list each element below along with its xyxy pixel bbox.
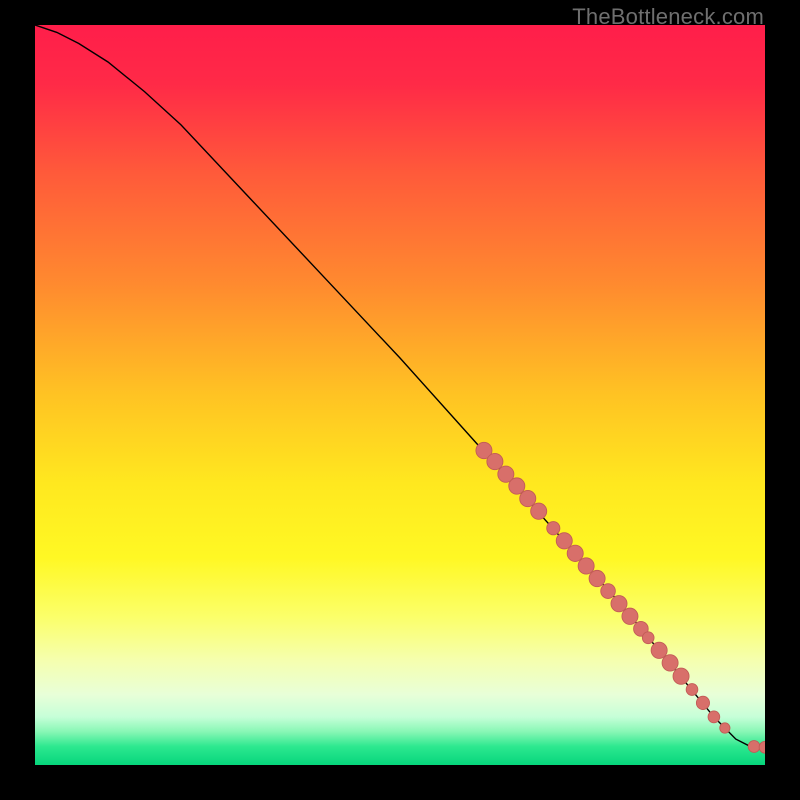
marker-point [578,558,594,574]
chart-stage: TheBottleneck.com [0,0,800,800]
marker-point [487,453,503,469]
chart-plot [35,25,765,765]
marker-point [589,570,605,586]
marker-point [567,545,583,561]
marker-point [642,632,654,644]
marker-point [509,478,525,494]
marker-point [673,668,689,684]
marker-point [547,522,560,535]
marker-point [720,723,730,733]
marker-point [696,696,709,709]
marker-point [651,642,667,658]
marker-point [520,490,536,506]
marker-point [601,584,616,599]
marker-point [686,684,698,696]
marker-point [611,596,627,612]
marker-point [662,655,678,671]
marker-point [622,608,638,624]
marker-point [556,533,572,549]
marker-point [748,741,760,753]
marker-point [531,503,547,519]
marker-point [708,711,720,723]
